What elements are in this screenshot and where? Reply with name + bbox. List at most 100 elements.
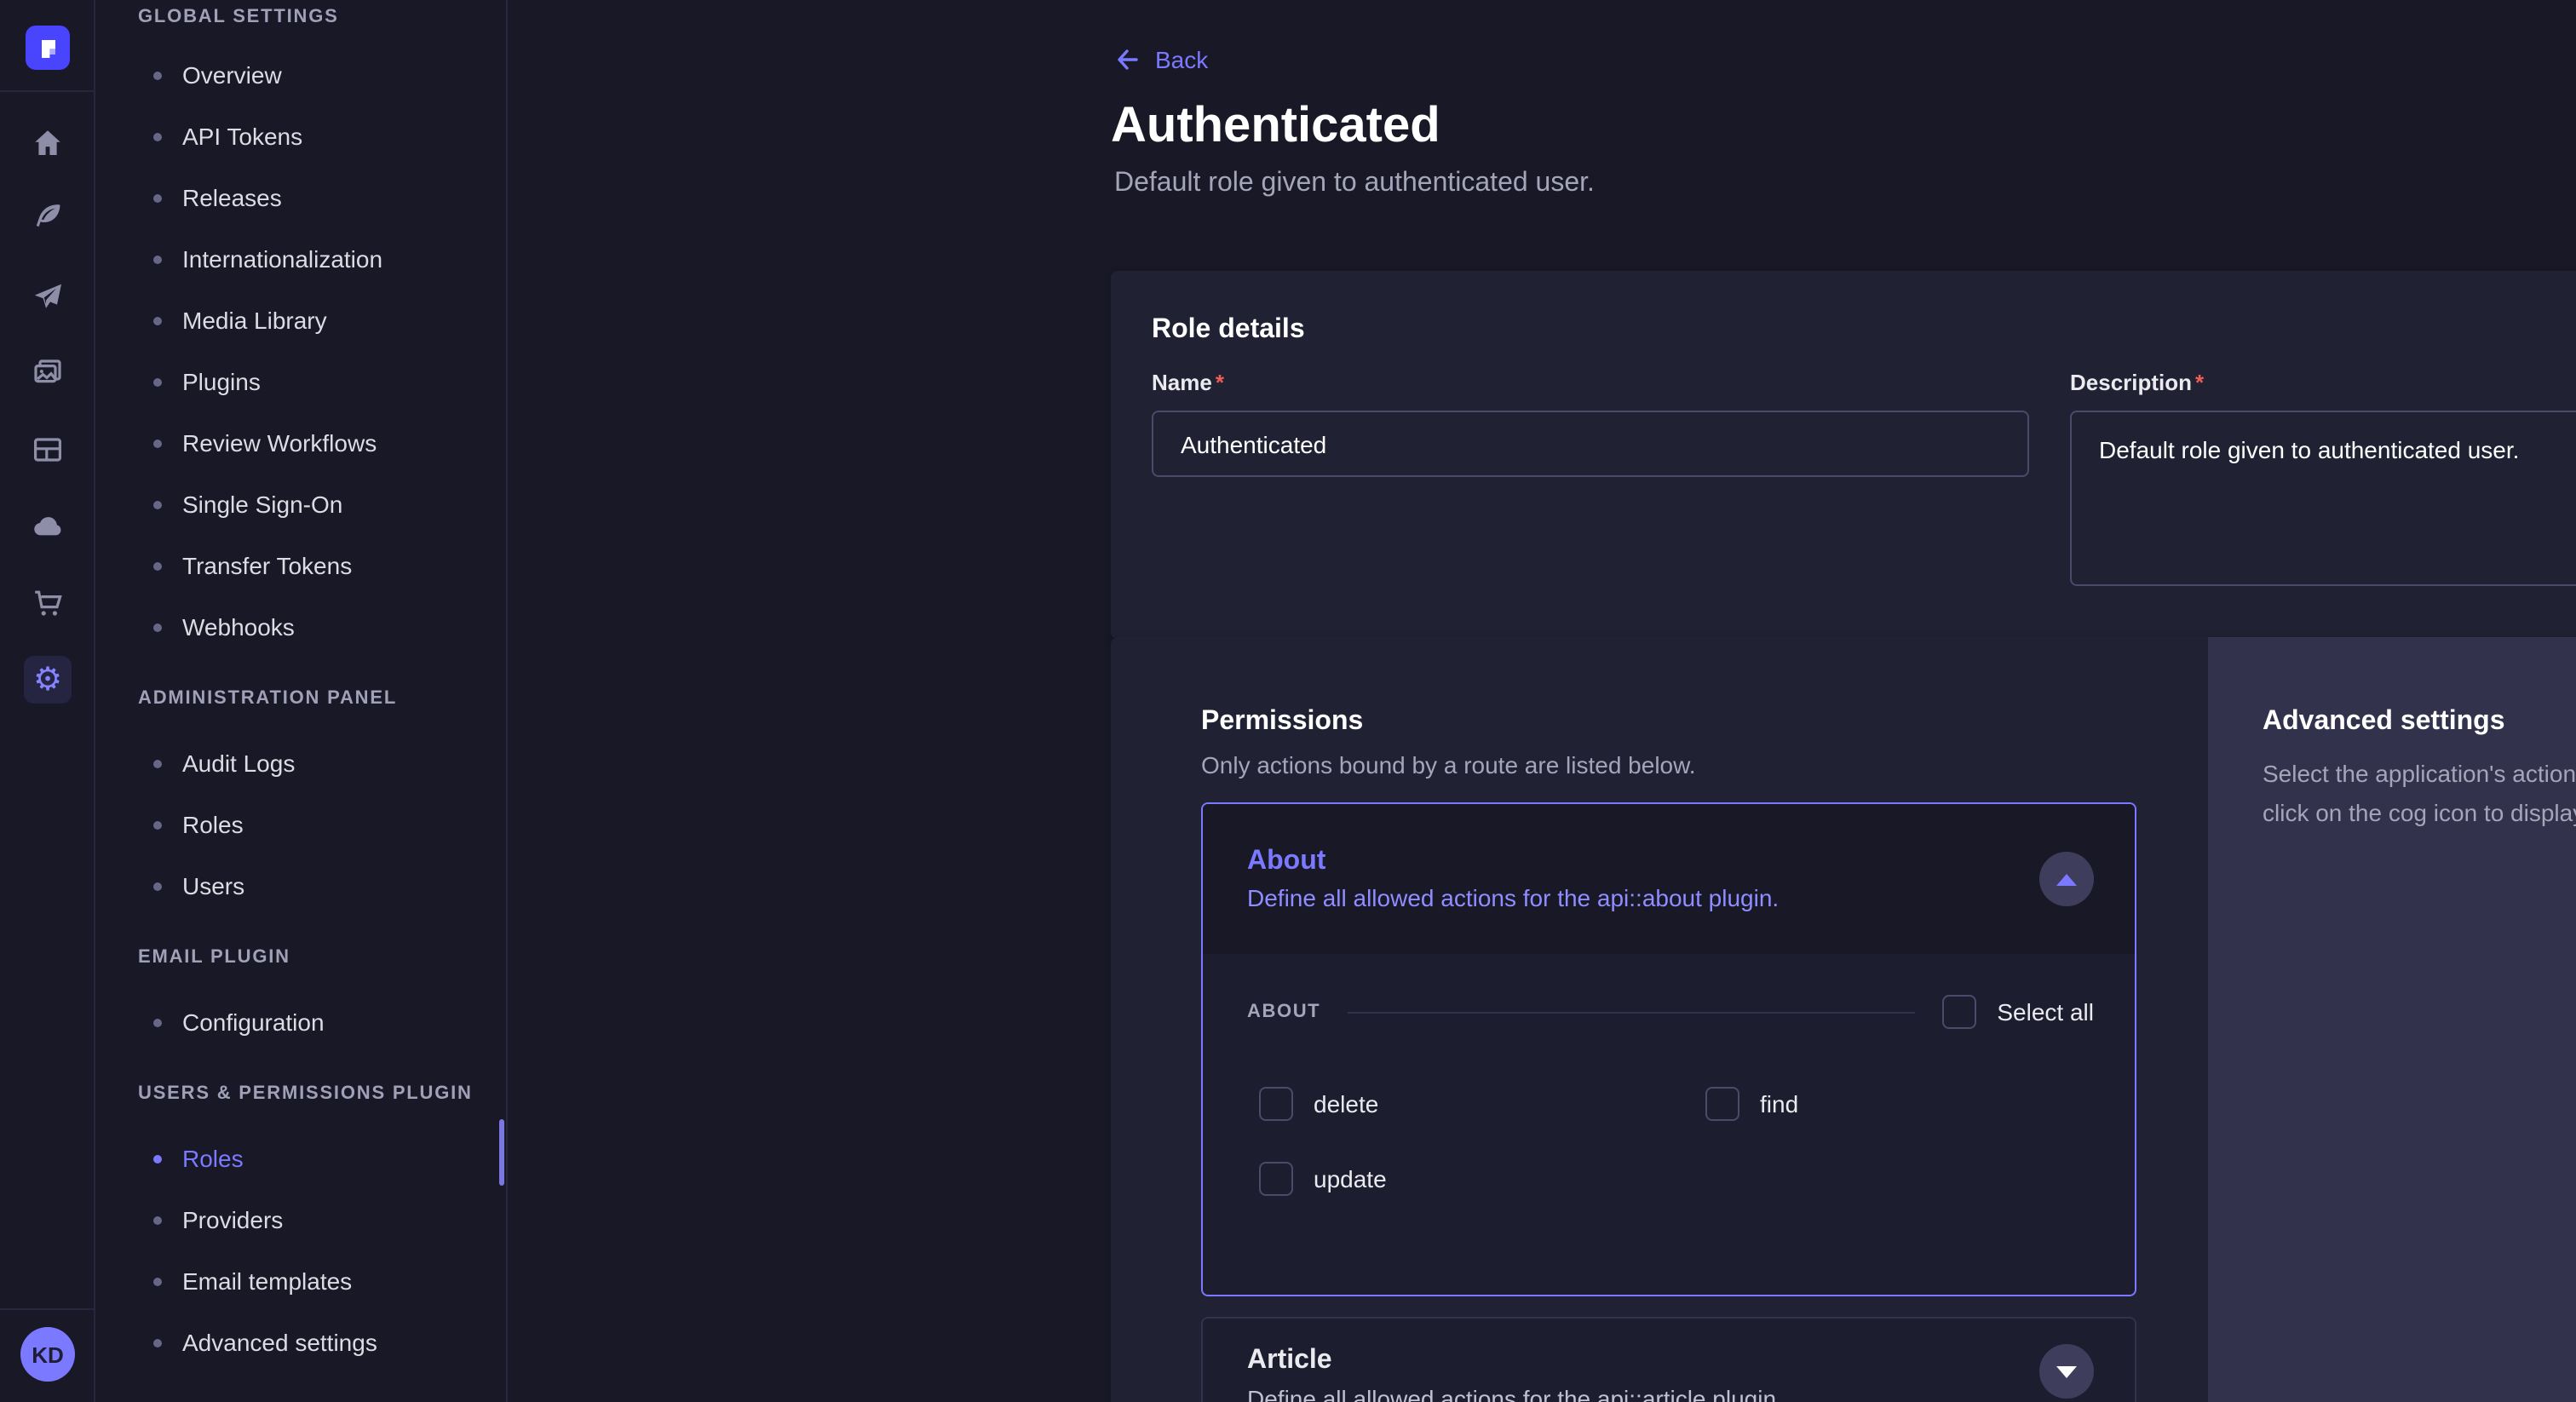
- paper-plane-icon[interactable]: [27, 276, 68, 317]
- bullet-icon: [153, 132, 162, 141]
- permissions-card: Permissions Only actions bound by a rout…: [1111, 637, 2576, 1402]
- accordion-about: About Define all allowed actions for the…: [1201, 802, 2136, 1296]
- bullet-icon: [153, 1277, 162, 1285]
- sidebar-item-review-workflows[interactable]: Review Workflows: [95, 412, 506, 474]
- sidebar-item-single-sign-on[interactable]: Single Sign-On: [95, 474, 506, 535]
- chevron-down-icon: [2056, 1365, 2077, 1377]
- required-asterisk: *: [2195, 370, 2204, 395]
- bullet-icon: [153, 71, 162, 79]
- bullet-icon: [153, 759, 162, 767]
- select-all-checkbox[interactable]: [1942, 995, 1976, 1029]
- delete-checkbox[interactable]: [1259, 1087, 1293, 1121]
- sidebar-item-internationalization[interactable]: Internationalization: [95, 228, 506, 290]
- bullet-icon: [153, 1215, 162, 1224]
- bullet-icon: [153, 561, 162, 570]
- strapi-logo[interactable]: [26, 26, 70, 70]
- bullet-icon: [153, 1338, 162, 1347]
- description-textarea[interactable]: Default role given to authenticated user…: [2070, 411, 2576, 586]
- sidebar-item-up-email-templates[interactable]: Email templates: [95, 1250, 506, 1312]
- sidebar-section-administration-panel: ADMINISTRATION PANEL: [95, 685, 506, 712]
- accordion-article[interactable]: Article Define all allowed actions for t…: [1201, 1317, 2136, 1402]
- advanced-settings-title: Advanced settings: [2263, 707, 2576, 738]
- bullet-icon: [153, 820, 162, 829]
- gear-icon[interactable]: ⚙: [24, 656, 72, 704]
- bullet-icon: [153, 500, 162, 509]
- role-details-title: Role details: [1111, 315, 2576, 346]
- bullet-icon: [153, 439, 162, 447]
- layout-panel-icon[interactable]: [27, 429, 68, 470]
- advanced-settings-body: Select the application's actions or the …: [2263, 755, 2576, 833]
- find-checkbox[interactable]: [1705, 1087, 1739, 1121]
- sidebar-item-up-providers[interactable]: Providers: [95, 1189, 506, 1250]
- accordion-about-title: About: [1247, 847, 1779, 877]
- required-asterisk: *: [1216, 370, 1224, 395]
- action-update[interactable]: update: [1259, 1162, 1705, 1196]
- accordion-article-title: Article: [1247, 1346, 2015, 1376]
- description-label: Description*: [2070, 370, 2576, 395]
- sidebar-section-users-permissions-plugin: USERS & PERMISSIONS PLUGIN: [95, 1080, 506, 1107]
- expand-toggle-button[interactable]: [2039, 1344, 2094, 1399]
- strapi-logo-icon: [36, 36, 60, 60]
- find-label: find: [1760, 1090, 1798, 1118]
- bullet-icon: [153, 377, 162, 386]
- avatar[interactable]: KD: [20, 1327, 75, 1382]
- action-delete[interactable]: delete: [1259, 1087, 1705, 1121]
- bullet-icon: [153, 623, 162, 631]
- action-checkbox-grid: delete find update: [1259, 1087, 2094, 1196]
- feather-pen-icon[interactable]: [27, 196, 68, 237]
- sidebar-section-global-settings: GLOBAL SETTINGS: [95, 3, 506, 31]
- sidebar-scrollbar-thumb[interactable]: [499, 1119, 504, 1186]
- bullet-icon: [153, 1154, 162, 1163]
- sidebar-item-api-tokens[interactable]: API Tokens: [95, 106, 506, 167]
- page-subtitle: Default role given to authenticated user…: [1114, 169, 1595, 199]
- permissions-panel: Permissions Only actions bound by a rout…: [1111, 637, 2208, 1402]
- update-checkbox[interactable]: [1259, 1162, 1293, 1196]
- action-find[interactable]: find: [1705, 1087, 2136, 1121]
- name-field-group: Name*: [1152, 370, 2029, 595]
- description-field-group: Description* Default role given to authe…: [2070, 370, 2576, 595]
- accordion-about-body: ABOUT Select all delete: [1203, 954, 2135, 1196]
- main-content: Back Authenticated Default role given to…: [508, 0, 2576, 1402]
- delete-label: delete: [1314, 1090, 1378, 1118]
- update-label: update: [1314, 1165, 1387, 1192]
- media-images-icon[interactable]: [27, 353, 68, 394]
- home-icon[interactable]: [27, 123, 68, 164]
- permissions-title: Permissions: [1201, 707, 2136, 738]
- main-nav-rail: ⚙ KD: [0, 0, 95, 1402]
- shopping-cart-icon[interactable]: [27, 583, 68, 623]
- select-all-control: Select all: [1942, 995, 2094, 1029]
- sidebar-item-audit-logs[interactable]: Audit Logs: [95, 733, 506, 794]
- sidebar-item-email-configuration[interactable]: Configuration: [95, 991, 506, 1053]
- chevron-up-icon: [2056, 873, 2077, 885]
- sidebar-item-admin-roles[interactable]: Roles: [95, 794, 506, 855]
- rail-divider: [0, 90, 95, 92]
- accordion-about-header[interactable]: About Define all allowed actions for the…: [1203, 804, 2135, 954]
- sidebar-item-overview[interactable]: Overview: [95, 44, 506, 106]
- back-arrow-icon: [1114, 46, 1141, 73]
- name-input[interactable]: [1152, 411, 2029, 477]
- sidebar-item-plugins[interactable]: Plugins: [95, 351, 506, 412]
- sidebar-item-transfer-tokens[interactable]: Transfer Tokens: [95, 535, 506, 596]
- rail-divider-bottom: [0, 1308, 95, 1310]
- back-link[interactable]: Back: [1114, 46, 1208, 73]
- select-all-label: Select all: [1997, 998, 2094, 1026]
- sidebar-item-webhooks[interactable]: Webhooks: [95, 596, 506, 658]
- sidebar-item-admin-users[interactable]: Users: [95, 855, 506, 916]
- strapi-admin-window: ⚙ KD GLOBAL SETTINGS Overview API Tokens…: [0, 0, 2576, 1402]
- page-title: Authenticated: [1111, 99, 1440, 155]
- name-label: Name*: [1152, 370, 2029, 395]
- collapse-toggle-button[interactable]: [2039, 852, 2094, 906]
- advanced-settings-panel: Advanced settings Select the application…: [2208, 637, 2576, 1402]
- sidebar-item-media-library[interactable]: Media Library: [95, 290, 506, 351]
- sidebar-item-up-advanced-settings[interactable]: Advanced settings: [95, 1312, 506, 1373]
- cloud-icon[interactable]: [27, 506, 68, 547]
- bullet-icon: [153, 1018, 162, 1026]
- sidebar-item-releases[interactable]: Releases: [95, 167, 506, 228]
- bullet-icon: [153, 193, 162, 202]
- settings-sidebar: GLOBAL SETTINGS Overview API Tokens Rele…: [95, 0, 508, 1402]
- sidebar-section-email-plugin: EMAIL PLUGIN: [95, 944, 506, 971]
- group-divider: [1348, 1011, 1915, 1013]
- bullet-icon: [153, 255, 162, 263]
- role-details-card: Role details Name* Description* Default …: [1111, 271, 2576, 639]
- sidebar-item-up-roles[interactable]: Roles: [95, 1128, 506, 1189]
